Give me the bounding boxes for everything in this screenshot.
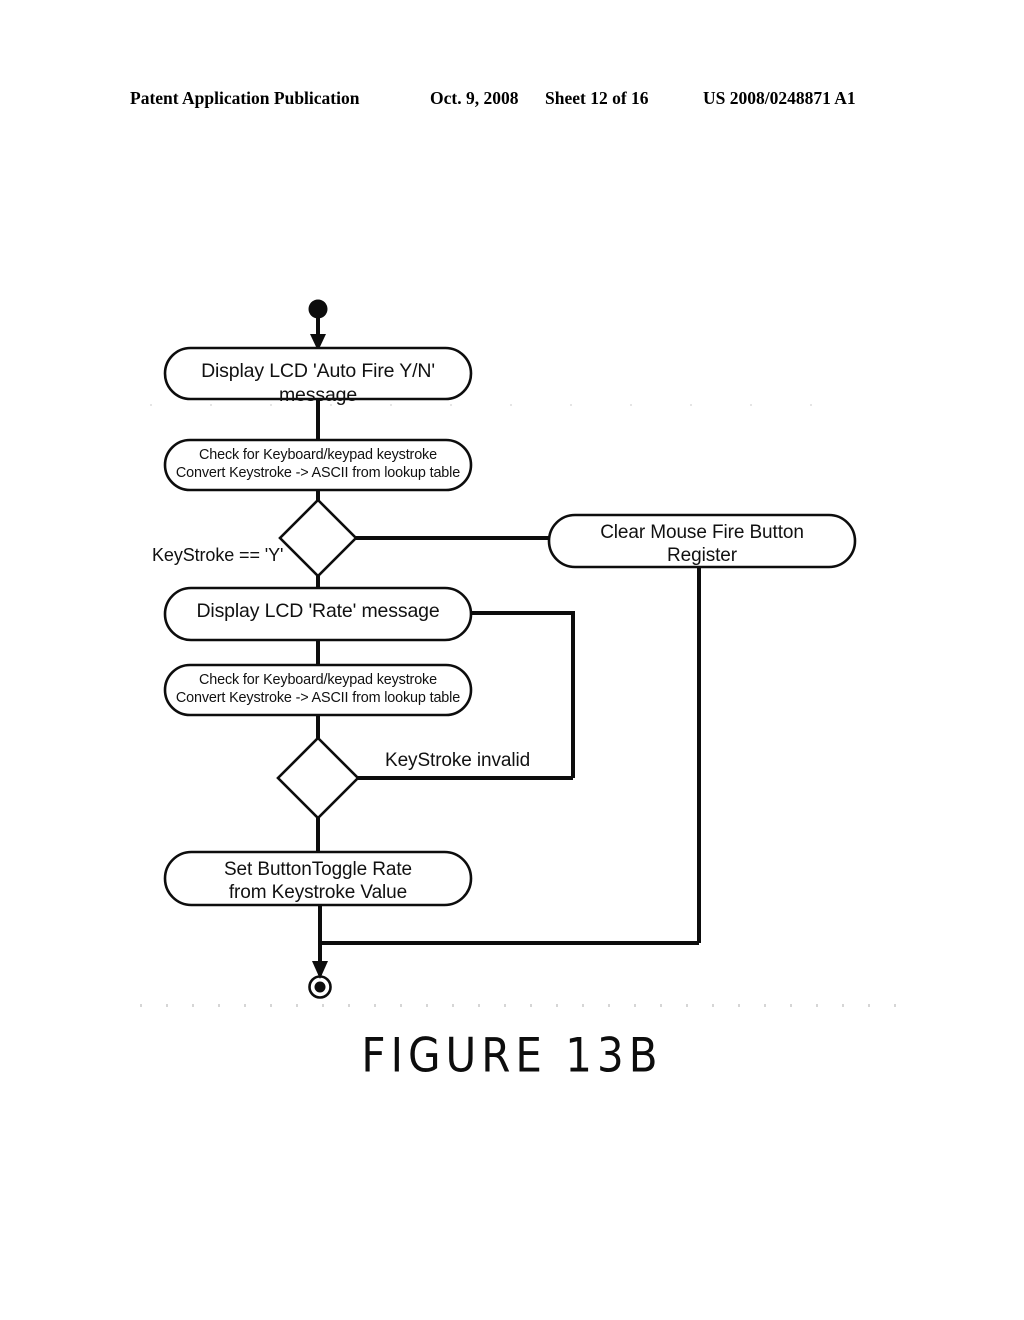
node-decision-keystroke-y bbox=[278, 498, 358, 578]
node-label-display-rate: Display LCD 'Rate' message bbox=[196, 600, 440, 622]
end-node-ring bbox=[308, 975, 332, 999]
start-node-dot bbox=[308, 299, 328, 319]
scan-artifact-row bbox=[140, 1004, 900, 1007]
figure-caption: FIGURE 13B bbox=[361, 1028, 663, 1083]
header-patent-number: US 2008/0248871 A1 bbox=[703, 88, 856, 108]
header-publication-date: Oct. 9, 2008 bbox=[430, 88, 519, 108]
node-label-display-auto-fire: Display LCD 'Auto Fire Y/N' message bbox=[201, 360, 435, 406]
node-decision-keystroke-valid bbox=[276, 736, 360, 820]
header-sheet-number: Sheet 12 of 16 bbox=[545, 88, 649, 108]
node-label-check-keystroke-2: Check for Keyboard/keypad keystroke Conv… bbox=[175, 672, 461, 706]
activity-diagram bbox=[163, 299, 857, 999]
arrowhead-into-display-auto bbox=[310, 334, 326, 351]
edge-label-keystroke-invalid: KeyStroke invalid bbox=[385, 750, 531, 771]
edge-label-keystroke-equals-y: KeyStroke == 'Y' bbox=[152, 545, 284, 565]
node-label-set-button-toggle-rate: Set ButtonToggle Rate from Keystroke Val… bbox=[223, 859, 413, 904]
end-node-dot bbox=[314, 981, 326, 993]
arrowhead-into-end-node bbox=[312, 961, 328, 979]
node-label-clear-mouse-fire-register: Clear Mouse Fire Button Register bbox=[600, 522, 804, 567]
node-label-check-keystroke-1: Check for Keyboard/keypad keystroke Conv… bbox=[175, 447, 461, 481]
header-publication-title: Patent Application Publication bbox=[130, 88, 360, 108]
